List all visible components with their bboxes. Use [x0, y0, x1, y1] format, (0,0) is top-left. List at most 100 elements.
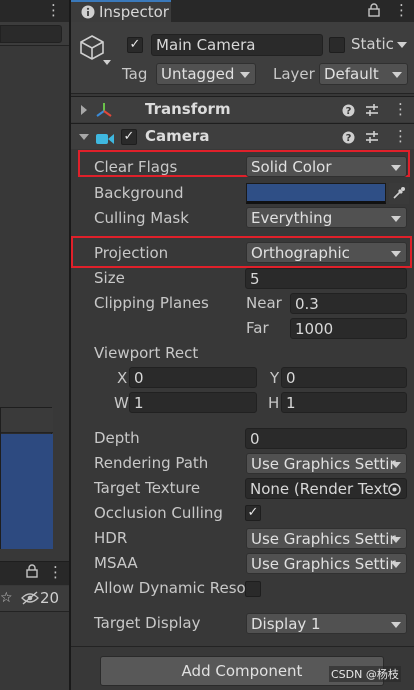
- layer-dropdown[interactable]: Default: [319, 63, 408, 85]
- static-checkbox[interactable]: [329, 37, 345, 53]
- dynamic-resolution-checkbox[interactable]: [245, 581, 261, 597]
- chevron-down-icon: [391, 622, 401, 628]
- eye-slash-icon[interactable]: [21, 591, 39, 609]
- projection-value: Orthographic: [251, 244, 350, 262]
- size-label: Size: [94, 269, 125, 287]
- msaa-value: Use Graphics Settir: [251, 555, 396, 573]
- icon-dropdown-arrow[interactable]: [103, 60, 111, 65]
- kebab-icon[interactable]: ⋮: [48, 563, 63, 581]
- camera-header[interactable]: ✓ Camera ? ⋮: [71, 123, 414, 149]
- viewport-x-field[interactable]: 0: [129, 367, 257, 388]
- left-toolbar: [0, 22, 69, 46]
- object-header: ✓ Main Camera Static Tag Untagged Layer …: [71, 22, 414, 94]
- chevron-down-icon: [391, 562, 401, 568]
- camera-icon: [96, 131, 114, 149]
- preset-icon[interactable]: [365, 103, 379, 121]
- viewport-y-field[interactable]: 0: [281, 367, 407, 388]
- left-preview-image: [1, 434, 53, 549]
- rendering-path-dropdown[interactable]: Use Graphics Settir: [246, 453, 407, 474]
- depth-field[interactable]: 0: [245, 428, 407, 449]
- clear-flags-label: Clear Flags: [94, 158, 178, 176]
- left-bottom-toolbar: ☆ 20: [0, 586, 69, 612]
- hdr-dropdown[interactable]: Use Graphics Settir: [246, 528, 407, 549]
- tag-dropdown[interactable]: Untagged: [156, 63, 256, 85]
- transform-title: Transform: [145, 100, 231, 118]
- foldout-down-icon[interactable]: [79, 134, 89, 140]
- kebab-icon[interactable]: ⋮: [393, 127, 408, 145]
- svg-text:?: ?: [346, 106, 352, 117]
- inspector-panel: Inspector ⋮ ✓ Main Camera Static Tag Unt…: [71, 0, 414, 690]
- kebab-icon[interactable]: ⋮: [393, 100, 408, 118]
- foldout-right-icon[interactable]: [81, 105, 87, 115]
- near-label: Near: [246, 294, 282, 312]
- status-count: 20: [40, 589, 60, 607]
- rendering-path-value: Use Graphics Settir: [251, 455, 396, 473]
- clear-flags-value: Solid Color: [251, 158, 332, 176]
- help-icon[interactable]: ?: [342, 103, 355, 121]
- far-label: Far: [246, 319, 269, 337]
- section-divider: [71, 646, 414, 647]
- inspector-tabbar: Inspector ⋮: [71, 0, 414, 22]
- viewport-x-label: X: [117, 369, 128, 387]
- occlusion-culling-checkbox[interactable]: ✓: [245, 505, 261, 521]
- preset-icon[interactable]: [365, 130, 379, 148]
- viewport-h-field[interactable]: 1: [281, 392, 407, 413]
- chevron-down-icon: [391, 216, 401, 222]
- hdr-value: Use Graphics Settir: [251, 530, 396, 548]
- msaa-label: MSAA: [94, 554, 138, 572]
- near-field[interactable]: 0.3: [290, 293, 407, 314]
- chevron-down-icon: [240, 72, 250, 78]
- background-color-swatch[interactable]: [246, 183, 386, 204]
- kebab-icon[interactable]: ⋮: [394, 1, 409, 19]
- left-preview-frame: [0, 407, 53, 549]
- viewport-w-label: W: [114, 394, 129, 412]
- far-field[interactable]: 1000: [290, 318, 407, 339]
- left-search-field[interactable]: [0, 25, 62, 43]
- camera-enabled-checkbox[interactable]: ✓: [121, 129, 137, 145]
- active-checkbox[interactable]: ✓: [127, 37, 143, 53]
- viewport-h-label: H: [268, 394, 280, 412]
- tab-label: Inspector: [99, 3, 169, 21]
- hdr-label: HDR: [94, 529, 128, 547]
- chevron-down-icon: [391, 165, 401, 171]
- left-panel: ⋮ ⋮ ☆ 20: [0, 0, 69, 690]
- target-display-value: Display 1: [251, 615, 321, 633]
- projection-dropdown[interactable]: Orthographic: [246, 242, 407, 263]
- static-dropdown-arrow[interactable]: [397, 42, 407, 48]
- chevron-down-icon: [391, 251, 401, 257]
- clipping-planes-label: Clipping Planes: [94, 294, 209, 312]
- object-picker-icon[interactable]: [388, 482, 401, 500]
- lock-icon[interactable]: [368, 3, 380, 21]
- culling-mask-dropdown[interactable]: Everything: [246, 207, 407, 228]
- lock-icon[interactable]: [26, 564, 38, 582]
- watermark: CSDN @杨枝: [329, 666, 401, 682]
- kebab-icon[interactable]: ⋮: [46, 1, 61, 19]
- viewport-rect-label: Viewport Rect: [94, 344, 199, 362]
- projection-label: Projection: [94, 244, 169, 262]
- left-preview-title: [1, 408, 53, 433]
- viewport-w-field[interactable]: 1: [129, 392, 257, 413]
- msaa-dropdown[interactable]: Use Graphics Settir: [246, 553, 407, 574]
- background-label: Background: [94, 184, 184, 202]
- star-icon[interactable]: ☆: [0, 590, 13, 606]
- target-texture-value: None (Render Text: [250, 480, 389, 498]
- layer-label: Layer: [273, 65, 315, 83]
- viewport-y-label: Y: [270, 369, 280, 387]
- layer-value: Default: [324, 65, 379, 83]
- culling-mask-label: Culling Mask: [94, 209, 189, 227]
- check-icon: ✓: [129, 37, 141, 52]
- cube-icon[interactable]: [79, 34, 105, 64]
- tab-inspector[interactable]: Inspector: [71, 0, 171, 22]
- clear-flags-dropdown[interactable]: Solid Color: [246, 156, 407, 177]
- size-field[interactable]: 5: [245, 268, 407, 289]
- target-display-dropdown[interactable]: Display 1: [246, 613, 407, 634]
- object-name-field[interactable]: Main Camera: [151, 34, 323, 56]
- rendering-path-label: Rendering Path: [94, 454, 209, 472]
- target-texture-field[interactable]: None (Render Text: [245, 478, 407, 499]
- eyedropper-icon[interactable]: [389, 183, 409, 204]
- tag-label: Tag: [122, 65, 148, 83]
- occlusion-culling-label: Occlusion Culling: [94, 504, 223, 522]
- help-icon[interactable]: ?: [342, 130, 355, 148]
- chevron-down-icon: [391, 537, 401, 543]
- transform-header[interactable]: Transform ? ⋮: [71, 96, 414, 122]
